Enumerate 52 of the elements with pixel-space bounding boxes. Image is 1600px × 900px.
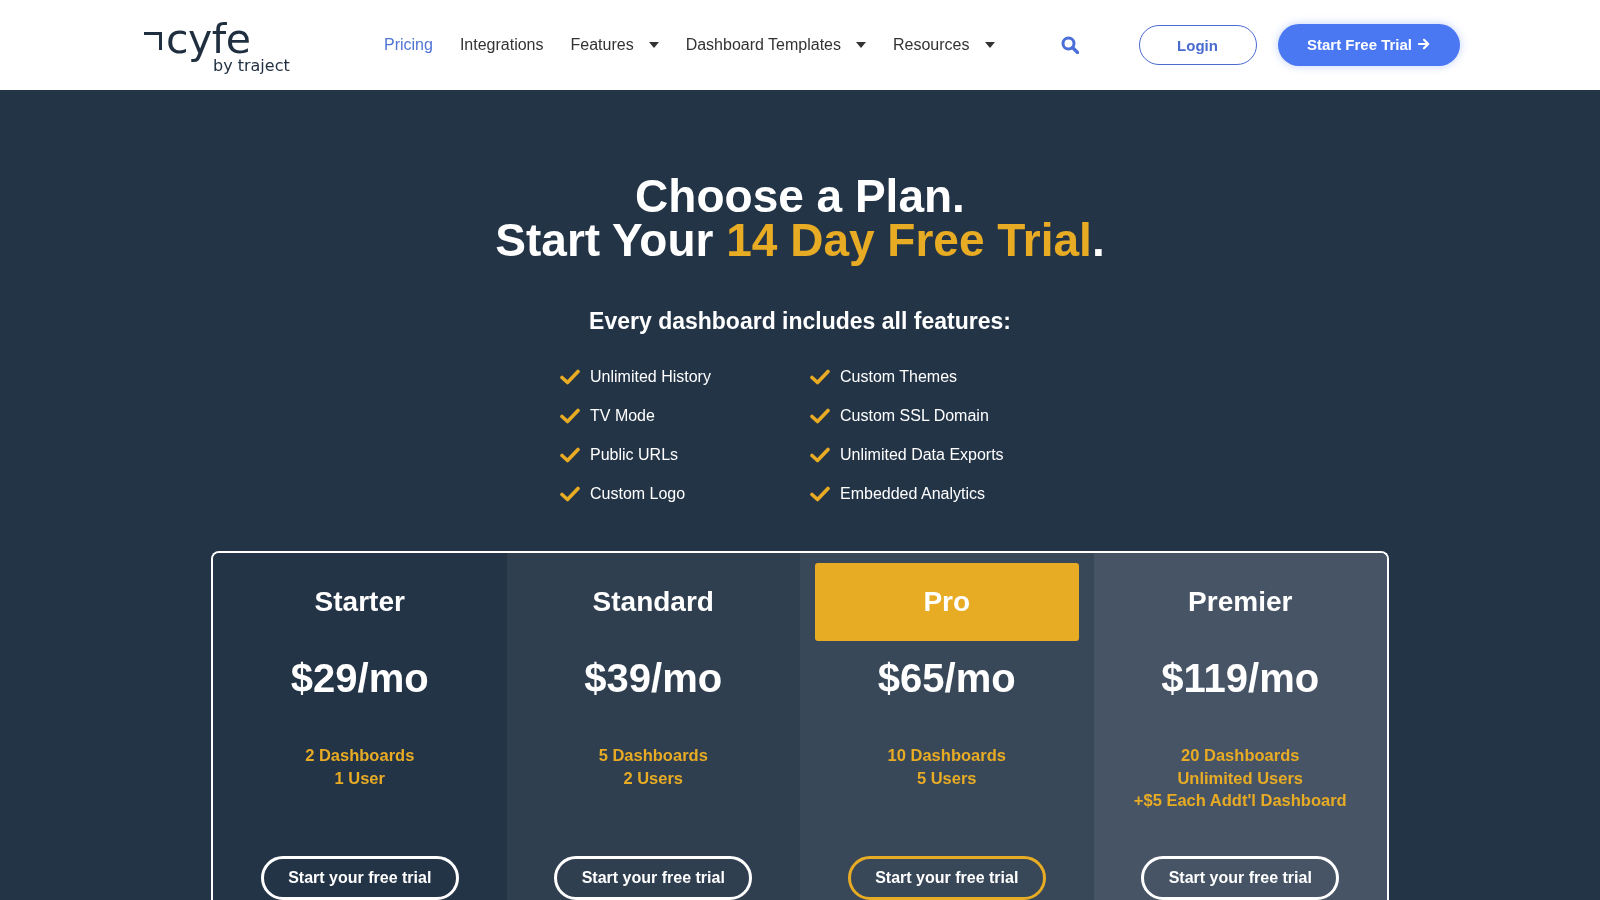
start-trial-button[interactable]: Start Free Trial — [1277, 24, 1460, 66]
nav-link[interactable]: Resources — [893, 35, 995, 55]
nav-link[interactable]: Dashboard Templates — [685, 35, 866, 55]
check-icon — [560, 446, 580, 463]
plan-header: Pro — [815, 563, 1079, 641]
feature-text: Custom Logo — [590, 483, 686, 504]
plan-header: Starter — [313, 585, 406, 619]
feature-text: Public URLs — [590, 444, 679, 465]
check-icon — [810, 446, 830, 463]
plan-feature: 5 Users — [916, 767, 977, 789]
plan-header: Premier — [1187, 585, 1294, 619]
plan-feature: 10 Dashboards — [887, 745, 1006, 766]
check-icon — [810, 368, 830, 385]
check-icon — [810, 485, 830, 502]
logo-mark-icon — [144, 32, 162, 50]
nav-link[interactable]: Features — [570, 35, 659, 55]
plan-header: Standard — [591, 585, 715, 619]
feature-text: Custom SSL Domain — [840, 405, 989, 426]
search-icon[interactable] — [1060, 36, 1079, 54]
caret-icon — [648, 42, 659, 48]
plan-trial-button[interactable]: Start your free trial — [554, 856, 753, 900]
plan-price: $39/mo — [584, 655, 723, 701]
plan-feature: 1 User — [334, 767, 385, 789]
feature-text: Unlimited Data Exports — [840, 444, 1004, 465]
plan-price: $65/mo — [877, 655, 1016, 701]
login-button[interactable]: Login — [1138, 25, 1257, 65]
feature-text: TV Mode — [590, 405, 655, 426]
nav-link[interactable]: Integrations — [459, 35, 544, 55]
caret-icon — [984, 42, 995, 48]
plan-trial-button[interactable]: Start your free trial — [847, 856, 1046, 900]
plan-feature: 20 Dashboards — [1181, 745, 1300, 766]
plan-feature: 5 Dashboards — [598, 745, 708, 766]
plan-feature: 2 Dashboards — [305, 745, 415, 766]
plan-trial-button[interactable]: Start your free trial — [260, 856, 459, 900]
plan-feature: 2 Users — [623, 767, 684, 789]
features-subheading: Every dashboard includes all features: — [589, 307, 1011, 336]
nav-link[interactable]: Pricing — [384, 35, 433, 55]
check-icon — [560, 407, 580, 424]
arrow-right-icon — [1418, 38, 1430, 50]
check-icon — [560, 485, 580, 502]
feature-text: Unlimited History — [590, 366, 711, 387]
plan-feature: Unlimited Users — [1177, 767, 1304, 789]
plan-price: $119/mo — [1161, 655, 1320, 701]
plan-trial-button[interactable]: Start your free trial — [1141, 856, 1340, 900]
plan-price: $29/mo — [290, 655, 429, 701]
plan-feature: +$5 Each Addt'l Dashboard — [1133, 790, 1347, 811]
feature-text: Embedded Analytics — [840, 483, 985, 504]
caret-icon — [856, 42, 866, 48]
logo-wordmark: cyfe — [166, 17, 251, 61]
check-icon — [560, 368, 580, 385]
check-icon — [810, 407, 830, 424]
feature-text: Custom Themes — [840, 366, 958, 387]
